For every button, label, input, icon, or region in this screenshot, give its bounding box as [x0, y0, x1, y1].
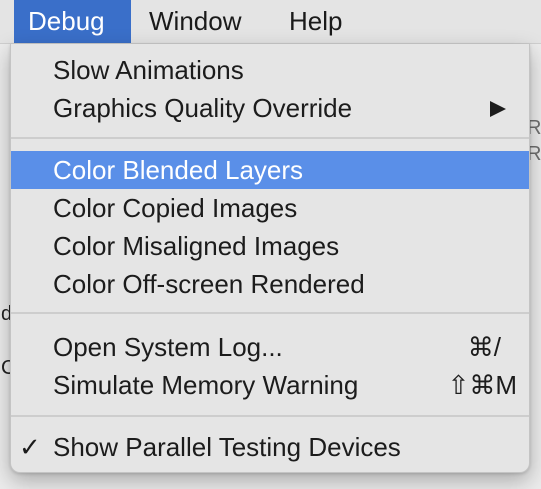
menu-bar-debug-label: Debug [28, 6, 105, 36]
menu-separator [11, 137, 529, 139]
menu-item-label: Graphics Quality Override [53, 93, 353, 123]
menu-bar-help-label: Help [289, 6, 343, 36]
menu-item-label: Show Parallel Testing Devices [53, 432, 401, 462]
menu-item-label: Open System Log... [53, 332, 283, 362]
menu-separator [11, 312, 529, 314]
menu-item-label: Color Misaligned Images [53, 231, 340, 261]
menu-item-label: Color Off-screen Rendered [53, 269, 365, 299]
menu-item-show-parallel-testing-devices[interactable]: ✓ Show Parallel Testing Devices [11, 428, 529, 466]
menu-item-label: Simulate Memory Warning [53, 370, 359, 400]
menu-item-color-offscreen-rendered[interactable]: Color Off-screen Rendered [11, 265, 529, 303]
menu-item-color-blended-layers[interactable]: Color Blended Layers [11, 151, 529, 189]
menu-item-open-system-log[interactable]: Open System Log... ⌘/ [11, 328, 529, 366]
debug-menu: Slow Animations Graphics Quality Overrid… [10, 44, 530, 473]
menu-item-slow-animations[interactable]: Slow Animations [11, 51, 529, 89]
menu-bar-window-label: Window [149, 6, 242, 36]
menu-item-shortcut: ⇧⌘M [447, 370, 517, 400]
menu-item-label: Slow Animations [53, 55, 244, 85]
checkmark-icon: ✓ [19, 432, 41, 462]
menu-item-label: Color Blended Layers [53, 155, 304, 185]
menu-separator [11, 415, 529, 417]
chevron-right-icon [490, 101, 506, 117]
menu-bar-window[interactable]: Window [149, 0, 259, 43]
menu-bar: Debug Window Help [0, 0, 541, 44]
menu-item-color-misaligned-images[interactable]: Color Misaligned Images [11, 227, 529, 265]
menu-item-graphics-quality-override[interactable]: Graphics Quality Override [11, 89, 529, 127]
menu-item-simulate-memory-warning[interactable]: Simulate Memory Warning ⇧⌘M [11, 366, 529, 404]
menu-item-label: Color Copied Images [53, 193, 298, 223]
menu-bar-debug[interactable]: Debug [14, 0, 131, 43]
menu-bar-help[interactable]: Help [289, 0, 359, 43]
menu-item-color-copied-images[interactable]: Color Copied Images [11, 189, 529, 227]
menu-item-shortcut: ⌘/ [467, 332, 501, 362]
